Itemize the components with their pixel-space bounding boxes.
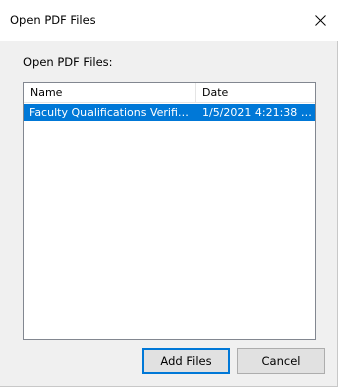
close-button[interactable] [302, 0, 338, 41]
add-files-button[interactable]: Add Files [142, 348, 230, 374]
column-header-date[interactable]: Date [196, 83, 315, 102]
list-row-selected[interactable]: Faculty Qualifications Verific... 1/5/20… [24, 104, 315, 121]
list-header: Name Date [24, 83, 315, 103]
file-name-cell: Faculty Qualifications Verific... [29, 106, 194, 119]
open-pdf-files-label: Open PDF Files: [23, 55, 113, 69]
cancel-button[interactable]: Cancel [237, 348, 325, 374]
close-icon [314, 15, 326, 26]
title-bar: Open PDF Files [0, 0, 338, 41]
column-header-name[interactable]: Name [24, 83, 196, 102]
open-pdf-files-dialog: Open PDF Files Open PDF Files: Name Date… [0, 0, 338, 387]
file-list[interactable]: Name Date Faculty Qualifications Verific… [23, 82, 316, 340]
window-title: Open PDF Files [10, 13, 96, 27]
file-date-cell: 1/5/2021 4:21:38 PM [202, 106, 314, 119]
